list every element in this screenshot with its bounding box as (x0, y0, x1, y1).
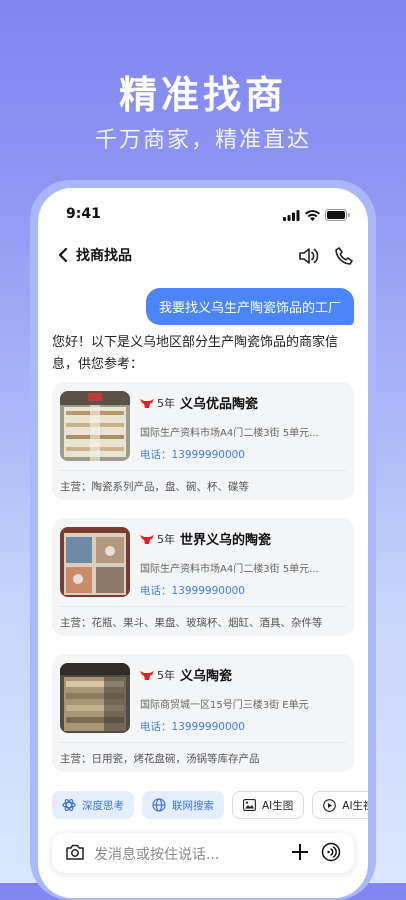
card-divider (60, 470, 346, 471)
battery-icon (325, 209, 350, 221)
phone-screen: 9:41 找商找品 我要找义乌生产陶瓷饰品的工厂 您好！以下是义乌地区部分生产陶… (38, 188, 368, 898)
ai-image-chip[interactable]: AI生图 (232, 791, 305, 819)
years-text: 5年 (157, 669, 175, 682)
speaker-icon[interactable] (298, 246, 320, 266)
ai-image-label: AI生图 (262, 799, 294, 812)
merchant-main-business: 主营：陶瓷系列产品，盘、碗、杯、碟等 (60, 481, 249, 493)
cow-badge-icon (140, 398, 154, 408)
assistant-reply: 您好！以下是义乌地区部分生产陶瓷饰品的商家信息，供您参考： (52, 335, 339, 372)
merchant-photo (60, 527, 130, 597)
deep-think-chip[interactable]: 深度思考 (52, 791, 134, 819)
wifi-icon (305, 209, 320, 221)
ai-video-label: AI生视频 (342, 799, 368, 812)
ai-video-chip[interactable]: AI生视频 (312, 791, 368, 819)
card-divider (60, 606, 346, 607)
years-badge: 5年 (140, 395, 175, 411)
years-badge: 5年 (140, 667, 175, 683)
nav-bar: 找商找品 (38, 238, 368, 274)
years-text: 5年 (157, 533, 175, 546)
message-input-bar[interactable]: 发消息或按住说话... (52, 833, 354, 873)
merchant-address: 国际生产资料市场A4门二楼3街 5单元... (140, 428, 319, 439)
status-bar: 9:41 (38, 206, 368, 226)
globe-icon (152, 798, 166, 812)
nav-title: 找商找品 (76, 248, 132, 264)
merchant-main-business: 主营：花瓶、果斗、果盘、玻璃杯、烟缸、酒具、杂件等 (60, 617, 323, 629)
merchant-phone[interactable]: 电话：13999990000 (140, 583, 245, 598)
merchant-photo (60, 663, 130, 733)
deep-think-label: 深度思考 (82, 799, 124, 812)
merchant-name: 义乌陶瓷 (180, 669, 233, 684)
card-divider (60, 742, 346, 743)
merchant-phone[interactable]: 电话：13999990000 (140, 719, 245, 734)
merchant-card[interactable]: 5年 义乌优品陶瓷 国际生产资料市场A4门二楼3街 5单元... 电话：1399… (52, 382, 354, 500)
feature-chips: 深度思考 联网搜索 AI生图 AI生 (52, 791, 368, 819)
back-icon[interactable] (56, 246, 70, 264)
phone-call-icon[interactable] (334, 246, 354, 266)
atom-icon (62, 799, 76, 811)
merchant-photo (60, 391, 130, 461)
years-badge: 5年 (140, 531, 175, 547)
merchant-main-business: 主营：日用瓷，烤花盘碗，汤锅等库存产品 (60, 753, 260, 765)
hero-subtitle: 千万商家，精准直达 (94, 128, 311, 153)
cow-badge-icon (140, 670, 154, 680)
merchant-address: 国际生产资料市场A4门二楼3街 5单元... (140, 564, 319, 575)
camera-icon[interactable] (65, 843, 85, 861)
plus-icon[interactable] (290, 842, 310, 862)
years-text: 5年 (157, 397, 175, 410)
merchant-address: 国际商贸城一区15号门三楼3街 E单元 (140, 700, 309, 711)
voice-icon[interactable] (321, 842, 341, 862)
status-icons (283, 209, 350, 221)
merchant-phone[interactable]: 电话：13999990000 (140, 447, 245, 462)
web-search-label: 联网搜索 (172, 799, 214, 812)
user-message-bubble: 我要找义乌生产陶瓷饰品的工厂 (145, 288, 354, 325)
hero-title: 精准找商 (118, 73, 287, 117)
image-icon (243, 799, 256, 811)
phone-frame: 9:41 找商找品 我要找义乌生产陶瓷饰品的工厂 您好！以下是义乌地区部分生产陶… (30, 180, 376, 900)
merchant-card[interactable]: 5年 世界义乌的陶瓷 国际生产资料市场A4门二楼3街 5单元... 电话：139… (52, 518, 354, 636)
message-input[interactable]: 发消息或按住说话... (94, 844, 219, 864)
web-search-chip[interactable]: 联网搜索 (142, 791, 224, 819)
merchant-name: 世界义乌的陶瓷 (180, 533, 272, 548)
play-icon (323, 798, 337, 812)
merchant-card[interactable]: 5年 义乌陶瓷 国际商贸城一区15号门三楼3街 E单元 电话：139999900… (52, 654, 354, 772)
merchant-name: 义乌优品陶瓷 (180, 397, 259, 412)
cow-badge-icon (140, 534, 154, 544)
status-time: 9:41 (66, 206, 101, 222)
signal-icon (283, 209, 300, 221)
